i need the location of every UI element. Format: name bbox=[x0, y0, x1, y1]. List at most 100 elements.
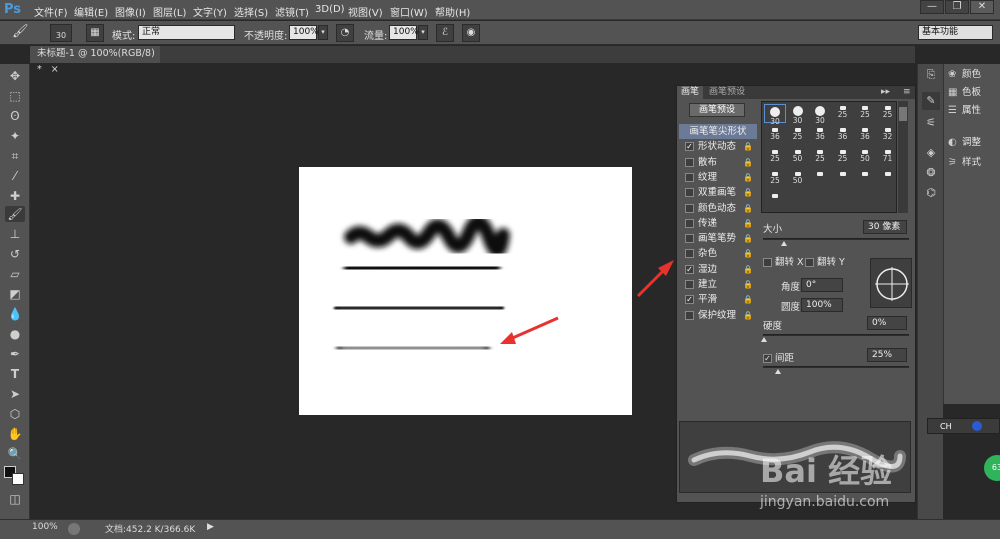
blur-tool-icon[interactable]: 💧 bbox=[5, 306, 25, 322]
move-tool-icon[interactable]: ✥ bbox=[5, 68, 25, 84]
shape-tool-icon[interactable]: ⬡ bbox=[5, 406, 25, 422]
mode-select[interactable]: 正常 bbox=[138, 25, 235, 40]
brush-tip[interactable]: 32 bbox=[877, 126, 899, 145]
size-slider-track[interactable] bbox=[763, 238, 909, 240]
history-brush-tool-icon[interactable]: ↺ bbox=[5, 246, 25, 262]
properties-panel-item[interactable]: ☰ 属性 bbox=[948, 102, 981, 120]
flow-dropdown-icon[interactable]: ▾ bbox=[418, 25, 428, 40]
brush-tip[interactable]: 25 bbox=[832, 148, 854, 167]
lock-icon[interactable]: 🔒 bbox=[743, 292, 753, 307]
swatches-panel-item[interactable]: ▦ 色板 bbox=[948, 84, 981, 102]
quick-mask-icon[interactable]: ◫ bbox=[5, 491, 25, 507]
zoom-level[interactable]: 100% bbox=[32, 522, 58, 532]
brush-setting-item[interactable]: 画笔笔尖形状 bbox=[679, 124, 757, 139]
tool-presets-icon[interactable]: ⚟ bbox=[922, 114, 940, 132]
brush-tool-icon[interactable]: 🖌 bbox=[12, 24, 30, 42]
brush-setting-item[interactable]: ✓ 平滑 🔒 bbox=[679, 292, 757, 307]
paint-bucket-tool-icon[interactable]: ◩ bbox=[5, 286, 25, 302]
brush-tip[interactable]: 30 bbox=[809, 104, 831, 125]
brush-setting-item[interactable]: 散布 🔒 bbox=[679, 155, 757, 170]
menu-3d[interactable]: 3D(D) bbox=[315, 4, 345, 15]
brush-setting-checkbox[interactable] bbox=[685, 172, 694, 182]
lock-icon[interactable]: 🔒 bbox=[743, 139, 753, 154]
opacity-dropdown-icon[interactable]: ▾ bbox=[318, 25, 328, 40]
brush-panel-toggle-icon[interactable]: ▦ bbox=[86, 24, 104, 42]
opacity-input[interactable]: 100% bbox=[289, 25, 319, 40]
brush-setting-checkbox[interactable]: ✓ bbox=[685, 295, 694, 305]
brush-tip[interactable]: 50 bbox=[854, 148, 876, 167]
panel-collapse-icon[interactable]: ▸▸ bbox=[877, 86, 894, 99]
airbrush-icon[interactable]: ℰ bbox=[436, 24, 454, 42]
status-menu-arrow-icon[interactable]: ▶ bbox=[207, 522, 214, 532]
brush-setting-checkbox[interactable] bbox=[685, 249, 694, 259]
notification-badge[interactable]: 63 bbox=[984, 455, 1000, 481]
brush-tip[interactable]: 25 bbox=[764, 170, 786, 189]
brush-setting-item[interactable]: 杂色 🔒 bbox=[679, 246, 757, 261]
pressure-size-icon[interactable]: ◉ bbox=[462, 24, 480, 42]
brush-tip[interactable]: 71 bbox=[877, 148, 899, 167]
brush-setting-checkbox[interactable] bbox=[685, 218, 694, 228]
menu-filter[interactable]: 滤镜(T) bbox=[275, 4, 309, 19]
brush-setting-checkbox[interactable] bbox=[685, 203, 694, 213]
adjustments-panel-item[interactable]: ◐ 调整 bbox=[948, 134, 981, 152]
menu-help[interactable]: 帮助(H) bbox=[435, 4, 470, 19]
brush-tip[interactable] bbox=[877, 170, 899, 189]
tab-brush[interactable]: 画笔 bbox=[677, 86, 704, 99]
brush-tool-icon[interactable]: 🖌 bbox=[5, 206, 25, 222]
restore-button[interactable]: ❐ bbox=[945, 0, 969, 14]
brush-tip[interactable]: 36 bbox=[854, 126, 876, 145]
brush-setting-item[interactable]: 双重画笔 🔒 bbox=[679, 185, 757, 200]
layers-panel-icon[interactable]: ◈ bbox=[922, 144, 940, 162]
brush-setting-checkbox[interactable] bbox=[685, 234, 694, 244]
brush-tip[interactable]: 25 bbox=[832, 104, 854, 123]
lock-icon[interactable]: 🔒 bbox=[743, 277, 753, 292]
brush-tip[interactable] bbox=[832, 170, 854, 189]
lock-icon[interactable]: 🔒 bbox=[743, 185, 753, 200]
brush-size-picker[interactable]: 30 bbox=[50, 24, 72, 42]
lock-icon[interactable]: 🔒 bbox=[743, 246, 753, 261]
size-slider-knob[interactable] bbox=[781, 241, 787, 246]
menu-window[interactable]: 窗口(W) bbox=[390, 4, 428, 19]
brush-setting-item[interactable]: 保护纹理 🔒 bbox=[679, 308, 757, 323]
brush-tip[interactable]: 30 bbox=[764, 104, 786, 126]
spacing-slider-knob[interactable] bbox=[775, 369, 781, 374]
pressure-opacity-icon[interactable]: ◔ bbox=[336, 24, 354, 42]
flow-input[interactable]: 100% bbox=[389, 25, 419, 40]
path-select-tool-icon[interactable]: ➤ bbox=[5, 386, 25, 402]
zoom-tool-icon[interactable]: 🔍 bbox=[5, 446, 25, 462]
styles-panel-item[interactable]: ⚞ 样式 bbox=[948, 154, 981, 172]
brush-setting-checkbox[interactable] bbox=[685, 188, 694, 198]
brush-tip[interactable]: 36 bbox=[764, 126, 786, 145]
brush-setting-item[interactable]: 画笔笔势 🔒 bbox=[679, 231, 757, 246]
menu-select[interactable]: 选择(S) bbox=[234, 4, 268, 19]
brush-tip[interactable]: 36 bbox=[832, 126, 854, 145]
brush-tip[interactable] bbox=[854, 170, 876, 189]
menu-view[interactable]: 视图(V) bbox=[348, 4, 383, 19]
minimize-button[interactable]: — bbox=[920, 0, 944, 14]
background-color-swatch[interactable] bbox=[12, 473, 24, 485]
brush-setting-checkbox[interactable] bbox=[685, 310, 694, 320]
lasso-tool-icon[interactable]: ʘ bbox=[5, 108, 25, 124]
ime-help-icon[interactable] bbox=[972, 421, 982, 431]
brush-setting-checkbox[interactable]: ✓ bbox=[685, 264, 694, 274]
spacing-slider-track[interactable] bbox=[763, 366, 909, 368]
lock-icon[interactable]: 🔒 bbox=[743, 201, 753, 216]
lock-icon[interactable]: 🔒 bbox=[743, 308, 753, 323]
brush-setting-checkbox[interactable]: ✓ bbox=[685, 142, 694, 152]
history-panel-icon[interactable]: ⎘ bbox=[922, 66, 940, 84]
menu-file[interactable]: 文件(F) bbox=[34, 4, 68, 19]
menu-edit[interactable]: 编辑(E) bbox=[74, 4, 108, 19]
menu-type[interactable]: 文字(Y) bbox=[193, 4, 227, 19]
lock-icon[interactable]: 🔒 bbox=[743, 231, 753, 246]
menu-image[interactable]: 图像(I) bbox=[115, 4, 146, 19]
brush-tip[interactable]: 25 bbox=[877, 104, 899, 123]
brush-tip[interactable]: 25 bbox=[787, 126, 809, 145]
tip-grid-scrollbar[interactable] bbox=[898, 101, 908, 213]
hardness-slider-track[interactable] bbox=[763, 334, 909, 336]
brush-setting-item[interactable]: 传递 🔒 bbox=[679, 216, 757, 231]
brush-tip[interactable]: 25 bbox=[854, 104, 876, 123]
tab-brush-presets[interactable]: 画笔预设 bbox=[705, 86, 749, 99]
paths-panel-icon[interactable]: ⌬ bbox=[922, 184, 940, 202]
lock-icon[interactable]: 🔒 bbox=[743, 262, 753, 277]
brush-setting-item[interactable]: 纹理 🔒 bbox=[679, 170, 757, 185]
